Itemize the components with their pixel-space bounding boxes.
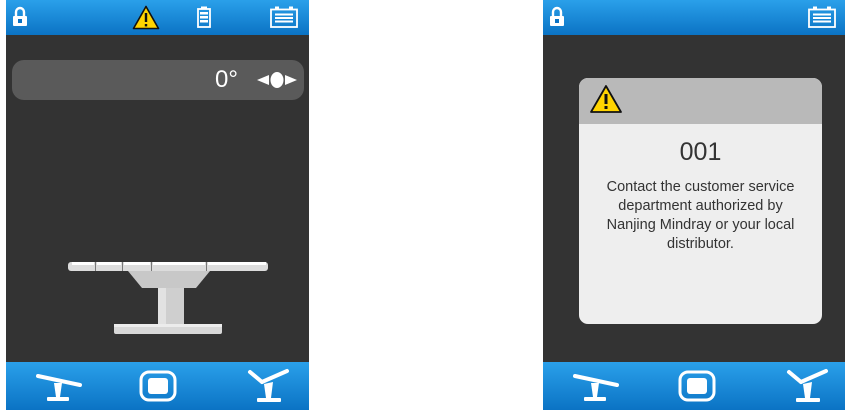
device-screen-main: 0° xyxy=(6,0,309,410)
table-position-icon[interactable] xyxy=(573,371,619,403)
lock-icon[interactable] xyxy=(12,6,28,27)
alarm-message: Contact the customer service department … xyxy=(606,179,795,252)
display-icon[interactable] xyxy=(678,370,716,402)
bottom-nav-bar xyxy=(6,362,309,410)
battery-icon xyxy=(197,6,211,28)
bottom-nav-bar xyxy=(543,362,845,410)
status-bar xyxy=(6,0,309,35)
tilt-indicator-icon xyxy=(257,72,297,88)
status-bar xyxy=(543,0,845,35)
tilt-angle-value: 0° xyxy=(215,66,238,93)
device-screen-alarm: 001 Contact the customer service departm… xyxy=(543,0,845,410)
display-icon[interactable] xyxy=(139,370,177,402)
chair-position-icon[interactable] xyxy=(246,368,290,404)
alarm-dialog: 001 Contact the customer service departm… xyxy=(579,78,822,324)
warning-icon xyxy=(590,85,622,113)
chair-position-icon[interactable] xyxy=(785,368,829,404)
power-supply-icon xyxy=(270,6,298,28)
alarm-code: 001 xyxy=(679,138,722,166)
lock-icon[interactable] xyxy=(549,6,565,27)
tilt-angle-display: 0° xyxy=(12,60,304,100)
alarm-dialog-header xyxy=(579,78,822,124)
power-supply-icon xyxy=(808,6,836,28)
table-position-icon[interactable] xyxy=(36,371,82,403)
warning-icon[interactable] xyxy=(132,5,160,30)
operating-table-icon xyxy=(68,262,268,334)
